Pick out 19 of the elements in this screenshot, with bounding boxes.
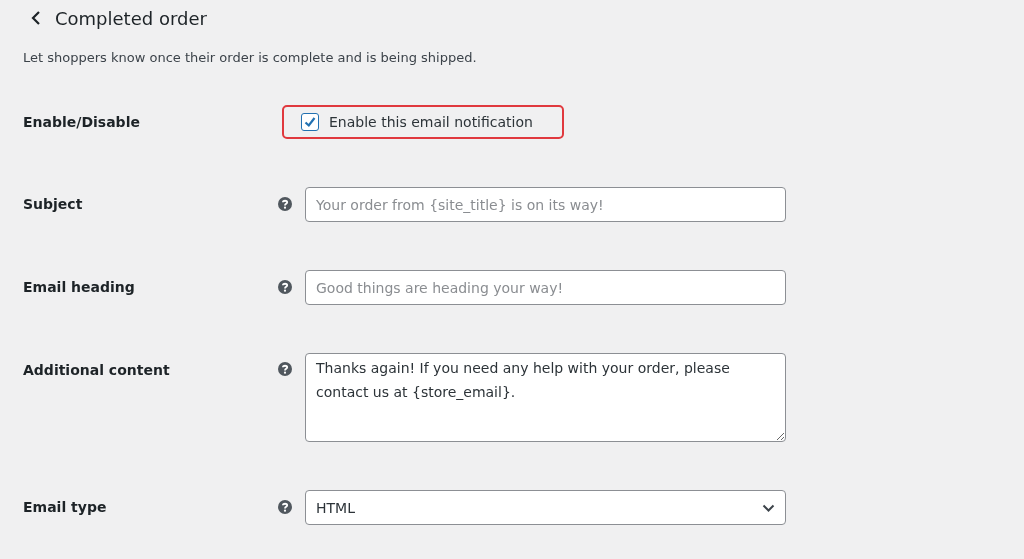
field-label: Email type xyxy=(23,498,108,516)
help-icon[interactable] xyxy=(278,280,292,294)
help-icon[interactable] xyxy=(278,362,292,376)
page-title: Completed order xyxy=(55,7,207,29)
help-icon[interactable] xyxy=(278,197,292,211)
text-area[interactable]: Thanks again! If you need any help with your order, please contact us at {store_email}. xyxy=(305,353,786,442)
text-input[interactable]: Good things are heading your way! xyxy=(305,270,786,305)
page-description: Let shoppers know once their order is complete and is being shipped. xyxy=(23,49,478,67)
field-label: Additional content xyxy=(23,361,171,379)
dropdown[interactable]: HTML xyxy=(305,490,786,525)
field-label: Email heading xyxy=(23,278,136,296)
help-icon[interactable] xyxy=(278,500,292,514)
checkbox-option[interactable]: Enable this email notification xyxy=(282,105,564,139)
field-label: Enable/Disable xyxy=(23,113,141,131)
text-input[interactable]: Your order from {site_title} is on its way! xyxy=(305,187,786,222)
chevron-down-icon xyxy=(762,503,775,512)
checkbox[interactable] xyxy=(301,113,319,131)
field-label: Subject xyxy=(23,195,84,213)
back-icon[interactable] xyxy=(31,10,41,26)
